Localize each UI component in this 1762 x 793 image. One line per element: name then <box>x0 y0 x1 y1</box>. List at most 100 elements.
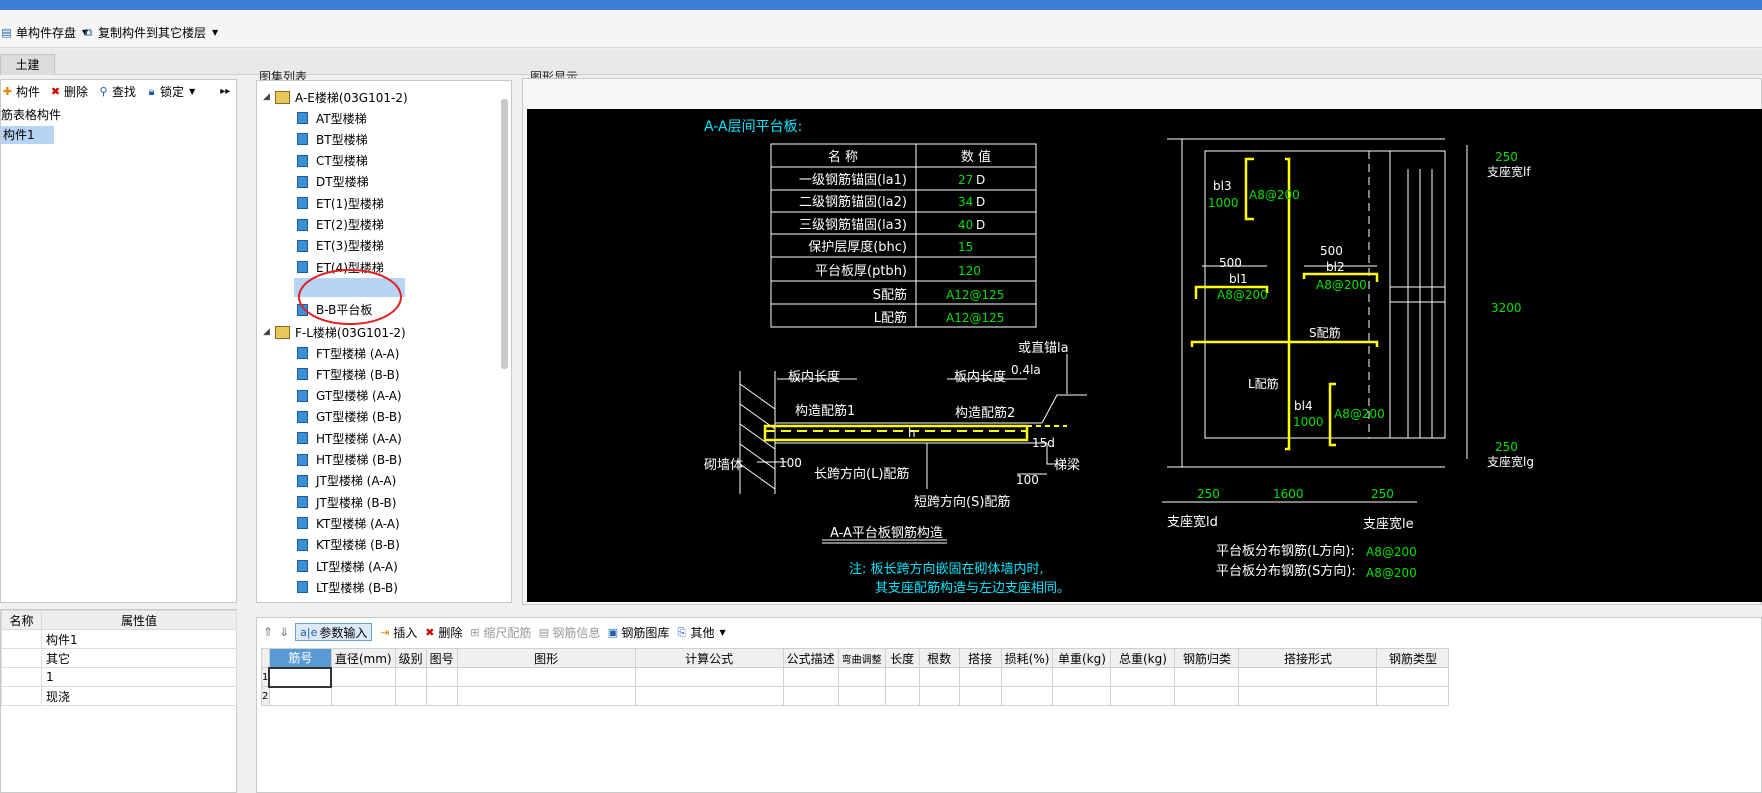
tree-item[interactable]: GT型楼梯 (B-B) <box>297 407 402 427</box>
grid-cell[interactable] <box>1000 667 1054 687</box>
prop-value[interactable]: 现浇 <box>41 686 237 706</box>
grid-cell[interactable] <box>1238 686 1378 706</box>
prop-value[interactable]: 1 <box>41 667 237 687</box>
tree-item[interactable]: FT型楼梯 (A-A) <box>297 343 399 363</box>
grid-cell[interactable] <box>268 666 333 688</box>
insert-button[interactable]: ⇥ 插入 <box>378 624 417 641</box>
tree-item[interactable]: HT型楼梯 (A-A) <box>297 428 402 448</box>
tree-scrollbar[interactable] <box>501 99 508 369</box>
tree-item[interactable]: KT型楼梯 (A-A) <box>297 513 400 533</box>
copy-floors-button[interactable]: ⧉ 复制构件到其它楼层 ▼ <box>82 22 219 42</box>
grid-cell[interactable] <box>634 686 784 706</box>
grid-cell[interactable] <box>456 667 636 687</box>
tree-item[interactable]: ET(1)型楼梯 <box>297 193 384 213</box>
grid-cell[interactable] <box>1174 667 1240 687</box>
tree-item[interactable]: LT型楼梯 (B-B) <box>297 577 398 597</box>
lock-button[interactable]: 🔒︎ 锁定 ▼ <box>145 83 196 100</box>
col-header[interactable]: 根数 <box>918 648 960 668</box>
grid-cell[interactable] <box>918 686 960 706</box>
grid-cell[interactable] <box>1052 667 1112 687</box>
grid-cell[interactable] <box>958 686 1002 706</box>
grid-cell[interactable] <box>884 686 920 706</box>
rebar-library-button[interactable]: ▣ 钢筋图库 <box>606 624 670 641</box>
grid-cell[interactable] <box>1110 686 1176 706</box>
tree-item[interactable]: JT型楼梯 (A-A) <box>297 471 396 491</box>
tree-item[interactable]: AT型楼梯 <box>297 108 367 128</box>
tree-item[interactable]: CT型楼梯 <box>297 151 368 171</box>
grid-cell[interactable] <box>1110 667 1176 687</box>
param-value[interactable]: 120 <box>958 264 981 278</box>
grid-cell[interactable] <box>1238 667 1378 687</box>
col-header[interactable]: 直径(mm) <box>330 648 396 668</box>
move-down-icon[interactable]: ⇓ <box>279 625 289 639</box>
param-value[interactable]: 27 <box>958 173 973 187</box>
grid-cell[interactable] <box>918 667 960 687</box>
grid-cell[interactable] <box>425 667 458 687</box>
prop-value[interactable]: 其它 <box>41 648 237 668</box>
tree-item[interactable]: GT型楼梯 (A-A) <box>297 386 402 406</box>
component-group[interactable]: 筋表格构件 <box>1 106 61 123</box>
param-value[interactable]: A12@125 <box>946 288 1004 302</box>
col-header[interactable]: 总重(kg) <box>1110 648 1176 668</box>
col-header[interactable]: 搭接形式 <box>1238 648 1378 668</box>
drawing-canvas[interactable]: A-A层间平台板: 名 称 数 值 一级钢筋锚固(la1) 27 D二级钢筋锚固(l… <box>527 109 1762 602</box>
tree-item[interactable]: LT型楼梯 (A-A) <box>297 556 398 576</box>
col-header[interactable]: 搭接 <box>958 648 1002 668</box>
tree-item[interactable]: ET(2)型楼梯 <box>297 215 384 235</box>
param-value[interactable]: 40 <box>958 218 973 232</box>
grid-cell[interactable] <box>268 686 332 706</box>
param-input-button[interactable]: a|e 参数输入 <box>295 623 373 641</box>
tree-item[interactable]: JT型楼梯 (B-B) <box>297 492 396 512</box>
grid-cell[interactable] <box>837 667 886 687</box>
grid-cell[interactable] <box>1174 686 1240 706</box>
grid-cell[interactable] <box>330 686 396 706</box>
tree-item[interactable]: FT型楼梯 (B-B) <box>297 364 400 384</box>
grid-cell[interactable] <box>782 686 839 706</box>
delete-row-button[interactable]: ✖ 删除 <box>423 624 462 641</box>
prop-value[interactable]: 构件1 <box>41 629 237 649</box>
grid-cell[interactable] <box>837 686 886 706</box>
col-header[interactable]: 级别 <box>394 648 427 668</box>
grid-cell[interactable] <box>884 667 920 687</box>
rebar-info-button[interactable]: ▤ 钢筋信息 <box>537 624 601 641</box>
delete-component-button[interactable]: ✖ 删除 <box>49 83 88 100</box>
param-value[interactable]: 15 <box>958 240 973 254</box>
tree-item[interactable]: ET(3)型楼梯 <box>297 236 384 256</box>
grid-cell[interactable] <box>958 667 1002 687</box>
grid-cell[interactable] <box>425 686 458 706</box>
grid-cell[interactable] <box>394 667 427 687</box>
scale-rebar-button[interactable]: ⊞ 缩尺配筋 <box>468 624 531 641</box>
grid-cell[interactable] <box>1052 686 1112 706</box>
col-header[interactable]: 弯曲调整 <box>837 648 886 668</box>
col-header[interactable]: 图形 <box>456 648 636 668</box>
tree-item[interactable]: BT型楼梯 <box>297 129 368 149</box>
collapse-icon[interactable]: ◢ <box>263 327 275 337</box>
col-header[interactable]: 钢筋类型 <box>1376 648 1450 668</box>
grid-cell[interactable] <box>634 667 784 687</box>
find-button[interactable]: ⚲ 查找 <box>97 83 137 100</box>
other-button[interactable]: ⎘ 其他 ▼ <box>675 624 726 641</box>
save-single-button[interactable]: ▤ 单构件存盘 ▼ <box>0 22 88 42</box>
add-component-button[interactable]: ✚ 构件 <box>1 83 40 100</box>
col-header[interactable]: 长度 <box>884 648 920 668</box>
grid-cell[interactable] <box>1000 686 1054 706</box>
grid-cell[interactable] <box>456 686 636 706</box>
grid-cell[interactable] <box>1376 667 1450 687</box>
param-value[interactable]: 34 <box>958 195 973 209</box>
col-header[interactable]: 公式描述 <box>782 648 839 668</box>
collapse-icon[interactable]: ◢ <box>263 92 275 102</box>
move-up-icon[interactable]: ⇑ <box>263 625 273 639</box>
tree-item[interactable]: HT型楼梯 (B-B) <box>297 450 402 470</box>
grid-cell[interactable] <box>782 667 839 687</box>
tree-group-ae[interactable]: ◢ A-E楼梯(03G101-2) <box>263 87 408 107</box>
tree-item[interactable]: KT型楼梯 (B-B) <box>297 535 400 555</box>
col-header[interactable]: 单重(kg) <box>1052 648 1112 668</box>
col-header[interactable]: 图号 <box>425 648 458 668</box>
component-item[interactable]: 构件1 <box>1 126 54 144</box>
tab-civil[interactable]: 土建 <box>0 54 55 75</box>
col-header[interactable]: 筋号 <box>268 648 332 668</box>
col-header[interactable]: 钢筋归类 <box>1174 648 1240 668</box>
col-header[interactable]: 计算公式 <box>634 648 784 668</box>
grid-cell[interactable] <box>394 686 427 706</box>
grid-cell[interactable] <box>1376 686 1450 706</box>
